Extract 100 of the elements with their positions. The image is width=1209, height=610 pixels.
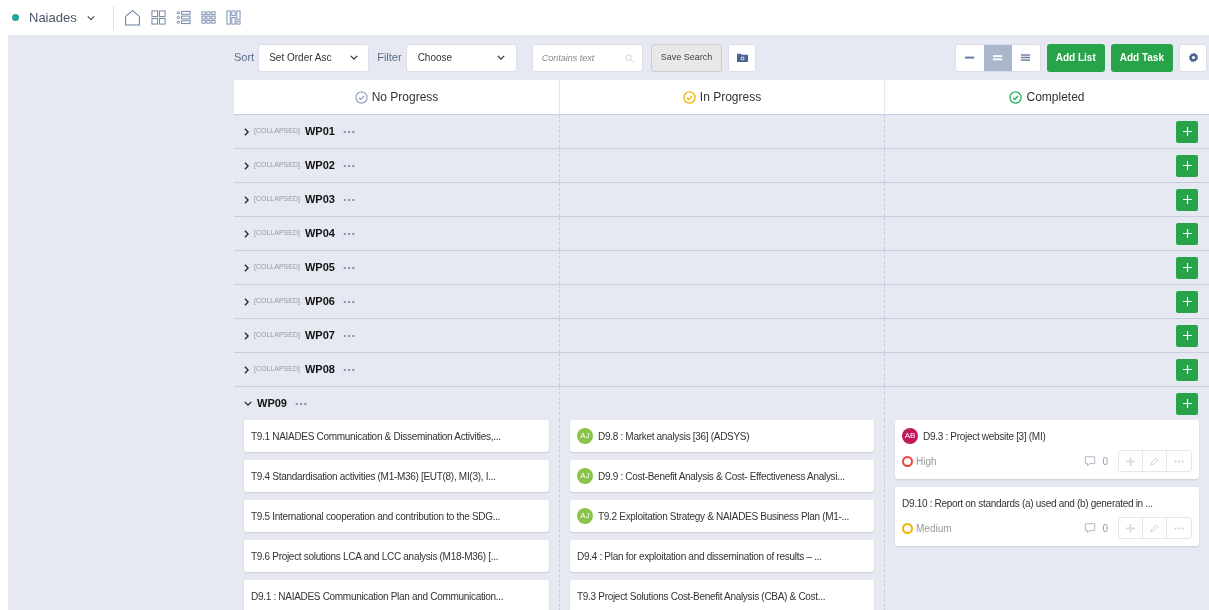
chevron-down-icon — [350, 55, 359, 60]
add-button[interactable] — [1176, 154, 1198, 177]
group-title[interactable]: WP02 — [304, 157, 335, 174]
task-card[interactable]: T9.3 Project Solutions Cost-Benefit Analysis (CBA) & Cost... — [570, 580, 874, 610]
more-icon[interactable] — [342, 367, 355, 372]
sort-dropdown[interactable]: Set Order Asc — [258, 43, 370, 72]
group-title[interactable]: WP04 — [304, 225, 335, 242]
task-card[interactable]: D9.1 : NAIADES Communication Plan and Communication... — [244, 580, 549, 610]
task-title: D9.1 : NAIADES Communication Plan and Communication... — [251, 589, 504, 603]
column-header: In Progress — [699, 89, 762, 106]
folder-search-icon — [736, 52, 748, 63]
more-icon[interactable] — [342, 231, 355, 236]
task-card[interactable]: T9.1 NAIADES Communication & Dissemination Activities,... — [244, 420, 549, 452]
filter-dropdown[interactable]: Choose — [405, 43, 517, 72]
comment-icon — [1084, 455, 1097, 467]
check-circle-icon — [1009, 90, 1023, 104]
chevron-right-icon[interactable] — [244, 297, 249, 306]
chevron-down-icon — [86, 14, 95, 21]
search-field[interactable]: Contains text — [531, 43, 643, 72]
project-selector[interactable]: Naiades — [29, 7, 77, 28]
settings-button[interactable] — [1179, 43, 1207, 72]
saved-search-button[interactable] — [728, 43, 757, 72]
chevron-right-icon[interactable] — [244, 365, 249, 374]
more-icon[interactable] — [342, 333, 355, 338]
avatar: AJ — [577, 468, 593, 484]
columns-icon[interactable] — [225, 10, 241, 25]
task-title: T9.1 NAIADES Communication & Dissemination Activities,... — [251, 429, 501, 443]
column-header: No Progress — [371, 89, 439, 106]
menu-icon — [1020, 52, 1032, 63]
check-circle-icon — [682, 90, 696, 104]
add-button[interactable] — [1176, 358, 1198, 381]
plus-icon — [1182, 229, 1192, 238]
home-icon[interactable] — [123, 9, 141, 26]
avatar: AJ — [577, 508, 593, 524]
search-icon — [624, 53, 634, 63]
group-title[interactable]: WP07 — [304, 327, 335, 344]
task-card[interactable]: AJ D9.8 : Market analysis [36] (ADSYS) — [570, 420, 874, 452]
plus-icon — [1182, 127, 1192, 136]
group-title[interactable]: WP08 — [304, 361, 335, 378]
task-title: T9.3 Project Solutions Cost-Benefit Analysis (CBA) & Cost... — [577, 589, 826, 603]
plus-icon — [1182, 263, 1192, 272]
more-icon[interactable] — [342, 163, 355, 168]
task-title: T9.6 Project solutions LCA and LCC analysis (M18-M36) [... — [251, 549, 499, 563]
add-button[interactable] — [1176, 392, 1198, 415]
comment-count: 0 — [1102, 521, 1108, 536]
comment-count: 0 — [1102, 454, 1108, 469]
add-button[interactable] — [1176, 256, 1198, 279]
group-title[interactable]: WP01 — [304, 123, 335, 140]
settings-icon — [1187, 52, 1199, 63]
sort-label: Sort — [234, 50, 255, 66]
more-icon[interactable] — [342, 299, 355, 304]
task-card[interactable]: D9.4 : Plan for exploitation and dissemination of results – ... — [570, 540, 874, 572]
task-title: T9.4 Standardisation activities (M1-M36) [EUT(8), MI(3), I... — [251, 469, 496, 483]
group-title[interactable]: WP03 — [304, 191, 335, 208]
add-button[interactable] — [1176, 188, 1198, 211]
task-title: D9.8 : Market analysis [36] (ADSYS) — [598, 429, 750, 443]
plus-icon — [1182, 365, 1192, 374]
chevron-right-icon[interactable] — [244, 127, 249, 136]
priority-label: High — [916, 454, 937, 469]
comment-icon — [1084, 522, 1097, 534]
more-icon[interactable] — [342, 129, 355, 134]
chevron-right-icon[interactable] — [244, 331, 249, 340]
add-button[interactable] — [1176, 120, 1198, 143]
chevron-right-icon[interactable] — [244, 195, 249, 204]
task-card[interactable]: AJ T9.2 Exploitation Strategy & NAIADES Business Plan (M1-... — [570, 500, 874, 532]
task-card[interactable]: T9.5 International cooperation and contribution to the SDG... — [244, 500, 549, 532]
column-header: Completed — [1026, 89, 1085, 106]
more-icon[interactable] — [294, 401, 307, 406]
density-toggle[interactable] — [983, 44, 1012, 71]
equals-icon — [992, 52, 1004, 63]
task-title: D9.3 : Project website [3] (MI) — [923, 429, 1046, 443]
task-title: D9.10 : Report on standards (a) used and (b) generated in ... — [902, 496, 1153, 510]
avatar: AB — [902, 428, 918, 444]
plus-icon — [1182, 297, 1192, 306]
plus-icon — [1182, 331, 1192, 340]
grid-icon[interactable] — [200, 10, 216, 25]
filter-label: Filter — [377, 50, 402, 66]
add-button[interactable] — [1176, 324, 1198, 347]
plus-icon — [1182, 399, 1192, 408]
avatar: AJ — [577, 428, 593, 444]
task-card[interactable]: AJ D9.9 : Cost-Benefit Analysis & Cost- Effectiveness Analysi... — [570, 460, 874, 492]
chevron-right-icon[interactable] — [244, 229, 249, 238]
group-title[interactable]: WP09 — [257, 395, 287, 412]
add-button[interactable] — [1176, 290, 1198, 313]
chevron-down-icon — [496, 55, 505, 60]
add-button[interactable] — [1176, 222, 1198, 245]
chevron-down-icon[interactable] — [244, 401, 252, 406]
more-icon[interactable] — [342, 265, 355, 270]
group-title[interactable]: WP06 — [304, 293, 335, 310]
task-title: D9.4 : Plan for exploitation and dissemination of results – ... — [577, 549, 822, 563]
save-search-button[interactable]: Save Search — [650, 43, 723, 72]
list-icon[interactable] — [175, 10, 191, 25]
plus-icon — [1182, 195, 1192, 204]
grid-icon[interactable] — [150, 10, 166, 25]
chevron-right-icon[interactable] — [244, 263, 249, 272]
chevron-right-icon[interactable] — [244, 161, 249, 170]
task-card[interactable]: T9.6 Project solutions LCA and LCC analysis (M18-M36) [... — [244, 540, 549, 572]
more-icon[interactable] — [342, 197, 355, 202]
group-title[interactable]: WP05 — [304, 259, 335, 276]
task-card[interactable]: T9.4 Standardisation activities (M1-M36) [EUT(8), MI(3), I... — [244, 460, 549, 492]
